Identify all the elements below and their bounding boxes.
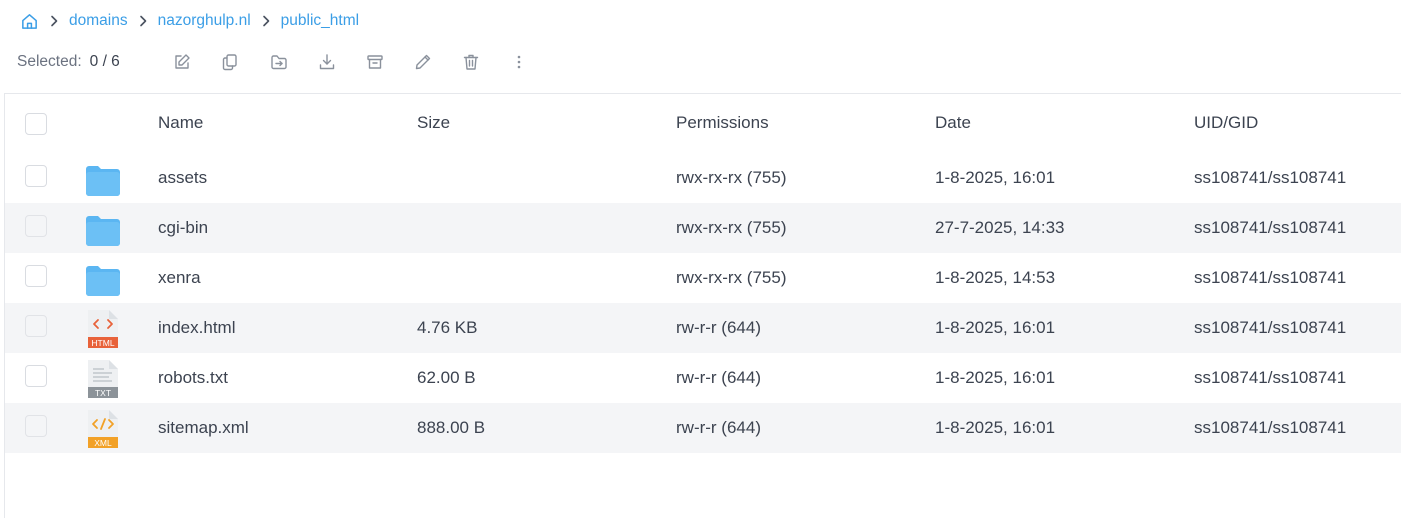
row-checkbox[interactable] [25,265,47,287]
file-permissions[interactable]: rwx-rx-rx (755) [676,153,787,203]
table-row[interactable]: TXT robots.txt 62.00 B rw-r-r (644) 1-8-… [5,353,1401,403]
file-badge: TXT [95,388,111,398]
row-checkbox[interactable] [25,165,47,187]
text-file-icon: TXT [88,360,118,398]
copy-icon[interactable] [217,49,243,75]
folder-icon [86,166,120,196]
file-size: 62.00 B [417,368,476,387]
file-uid: ss108741/ss108741 [1194,368,1347,387]
delete-icon[interactable] [458,49,484,75]
edit-icon[interactable] [169,49,195,75]
chevron-right-icon [45,11,63,31]
html-file-icon: HTML [88,310,118,348]
file-permissions[interactable]: rw-r-r (644) [676,353,761,403]
row-checkbox[interactable] [25,365,47,387]
folder-icon [86,266,120,296]
file-name[interactable]: assets [158,153,207,203]
file-uid: ss108741/ss108741 [1194,318,1347,337]
file-name[interactable]: cgi-bin [158,203,208,253]
more-icon[interactable] [506,49,532,75]
file-date: 1-8-2025, 14:53 [935,268,1056,287]
column-header-name[interactable]: Name [158,98,203,148]
row-checkbox[interactable] [25,415,47,437]
file-date: 1-8-2025, 16:01 [935,368,1056,387]
selected-count: 0 / 6 [89,53,120,70]
breadcrumb-item-domain[interactable]: nazorghulp.nl [158,12,251,30]
file-date: 27-7-2025, 14:33 [935,218,1065,237]
chevron-right-icon [257,11,275,31]
file-date: 1-8-2025, 16:01 [935,168,1056,187]
file-uid: ss108741/ss108741 [1194,268,1347,287]
column-header-date[interactable]: Date [935,98,971,148]
table-row[interactable]: xenra rwx-rx-rx (755) 1-8-2025, 14:53 ss… [5,253,1401,303]
selected-label: Selected: [17,53,82,70]
toolbar: Selected: 0 / 6 [17,49,521,75]
top-bar: domains nazorghulp.nl public_html Select… [0,0,1401,93]
column-header-uid[interactable]: UID/GID [1194,98,1258,148]
rename-icon[interactable] [410,49,436,75]
file-permissions[interactable]: rwx-rx-rx (755) [676,253,787,303]
file-permissions[interactable]: rw-r-r (644) [676,303,761,353]
file-badge: HTML [91,338,114,348]
table-header: Name Size Permissions Date UID/GID [5,98,1401,148]
table-row[interactable]: HTML index.html 4.76 KB rw-r-r (644) 1-8… [5,303,1401,353]
file-uid: ss108741/ss108741 [1194,418,1347,437]
chevron-right-icon [134,11,152,31]
table-row[interactable]: cgi-bin rwx-rx-rx (755) 27-7-2025, 14:33… [5,203,1401,253]
column-header-permissions[interactable]: Permissions [676,98,769,148]
folder-icon [86,216,120,246]
file-permissions[interactable]: rw-r-r (644) [676,403,761,453]
file-size: 888.00 B [417,418,486,437]
file-uid: ss108741/ss108741 [1194,218,1347,237]
file-name[interactable]: robots.txt [158,353,228,403]
file-table: Name Size Permissions Date UID/GID asset… [4,93,1401,518]
breadcrumb-item-current[interactable]: public_html [281,12,359,30]
archive-icon[interactable] [362,49,388,75]
file-name[interactable]: xenra [158,253,201,303]
file-uid: ss108741/ss108741 [1194,168,1347,187]
breadcrumb-item-domains[interactable]: domains [69,12,128,30]
table-row[interactable]: XML sitemap.xml 888.00 B rw-r-r (644) 1-… [5,403,1401,453]
file-permissions[interactable]: rwx-rx-rx (755) [676,203,787,253]
file-date: 1-8-2025, 16:01 [935,318,1056,337]
file-date: 1-8-2025, 16:01 [935,418,1056,437]
file-size: 4.76 KB [417,318,478,337]
file-name[interactable]: sitemap.xml [158,403,249,453]
row-checkbox[interactable] [25,315,47,337]
select-all-checkbox[interactable] [25,113,47,135]
xml-file-icon: XML [88,410,118,448]
home-icon[interactable] [19,11,39,31]
row-checkbox[interactable] [25,215,47,237]
breadcrumb: domains nazorghulp.nl public_html [19,10,359,32]
file-badge: XML [94,438,112,448]
table-row[interactable]: assets rwx-rx-rx (755) 1-8-2025, 16:01 s… [5,153,1401,203]
move-icon[interactable] [266,49,292,75]
file-name[interactable]: index.html [158,303,235,353]
column-header-size[interactable]: Size [417,98,450,148]
download-icon[interactable] [314,49,340,75]
